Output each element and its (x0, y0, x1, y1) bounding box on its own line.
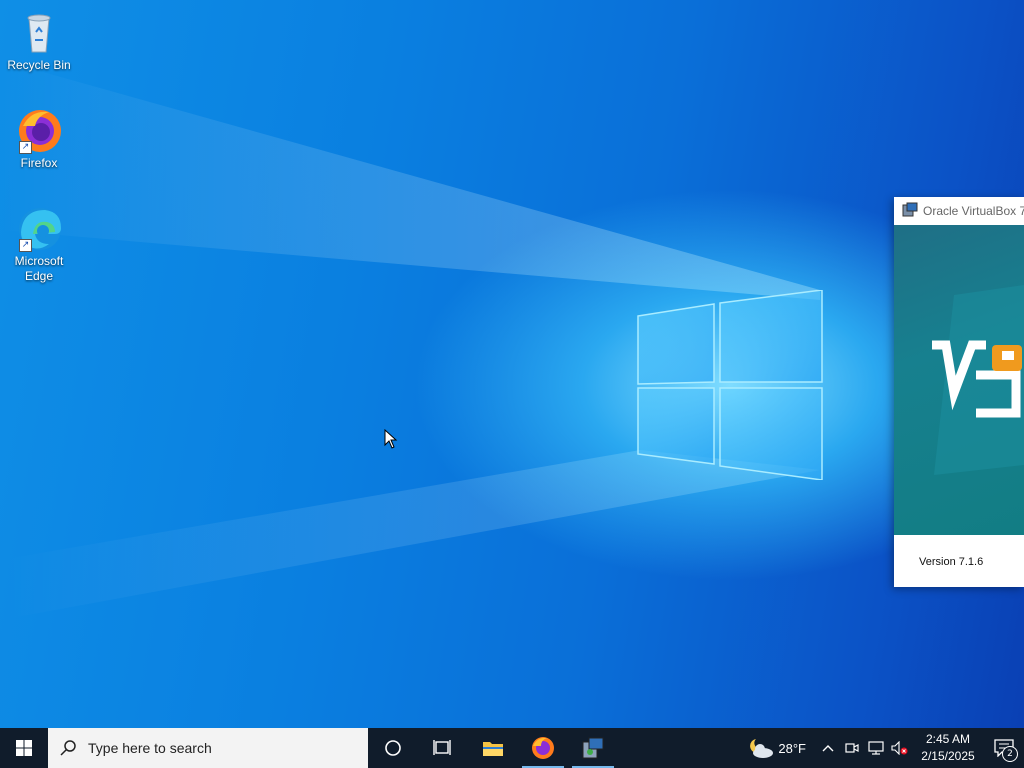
clock-time: 2:45 AM (925, 732, 971, 746)
file-explorer-button[interactable] (468, 728, 518, 768)
splash-title: Oracle VirtualBox 7 (923, 204, 1024, 218)
firefox-icon: ↗ (15, 106, 63, 154)
installer-icon (902, 202, 918, 221)
virtualbox-logo-art (894, 225, 1024, 535)
virtualbox-splash-window[interactable]: Oracle VirtualBox 7 Version 7.1.6 (894, 197, 1024, 587)
splash-version: Version 7.1.6 (919, 556, 984, 568)
weather-temperature: 28°F (778, 740, 806, 756)
volume-button[interactable] (888, 728, 912, 768)
taskbar-search-box[interactable]: Type here to search (48, 728, 368, 768)
edge-icon: ↗ (15, 204, 63, 252)
search-placeholder: Type here to search (88, 740, 212, 756)
task-view-icon (433, 740, 451, 755)
action-center-button[interactable]: 2 (984, 728, 1024, 768)
virtualbox-installer-taskbar-button[interactable] (568, 728, 618, 768)
network-button[interactable] (864, 728, 888, 768)
camera-icon (845, 743, 859, 753)
start-button[interactable] (0, 728, 48, 768)
partly-cloudy-night-icon (750, 739, 774, 758)
task-view-button[interactable] (418, 728, 468, 768)
volume-muted-icon (891, 741, 908, 755)
windows-start-icon (16, 740, 32, 756)
desktop-icon-microsoft-edge[interactable]: ↗ Microsoft Edge (6, 204, 72, 284)
desktop-icon-firefox[interactable]: ↗ Firefox (6, 106, 72, 171)
taskbar: Type here to search 28°F 2:45 AM 2/15/20… (0, 728, 1024, 768)
desktop-icon-label: Firefox (20, 156, 58, 170)
installer-icon (582, 737, 604, 759)
cortana-icon (385, 740, 401, 756)
desktop-icon-recycle-bin[interactable]: Recycle Bin (6, 8, 72, 73)
mouse-cursor-icon (384, 429, 398, 449)
firefox-icon (532, 737, 554, 759)
desktop-icon-label: Microsoft Edge (14, 254, 64, 283)
splash-titlebar[interactable]: Oracle VirtualBox 7 (894, 197, 1024, 225)
desktop-icon-label: Recycle Bin (7, 58, 71, 72)
meet-now-button[interactable] (840, 728, 864, 768)
firefox-taskbar-button[interactable] (518, 728, 568, 768)
weather-widget[interactable]: 28°F (738, 737, 816, 759)
recycle-bin-icon (15, 8, 63, 56)
wallpaper-light-beams (0, 60, 820, 620)
shortcut-arrow-icon: ↗ (19, 141, 32, 154)
windows-wallpaper-logo (637, 290, 823, 480)
cortana-button[interactable] (368, 728, 418, 768)
chevron-up-icon (822, 745, 834, 752)
network-icon (868, 741, 884, 755)
folder-icon (483, 742, 503, 756)
shortcut-arrow-icon: ↗ (19, 239, 32, 252)
search-icon (48, 739, 88, 757)
notification-count-badge: 2 (1002, 746, 1018, 762)
taskbar-clock[interactable]: 2:45 AM 2/15/2025 (912, 731, 984, 765)
system-tray: 28°F 2:45 AM 2/15/2025 2 (738, 728, 1024, 768)
clock-date: 2/15/2025 (921, 749, 975, 763)
show-hidden-icons-button[interactable] (816, 728, 840, 768)
